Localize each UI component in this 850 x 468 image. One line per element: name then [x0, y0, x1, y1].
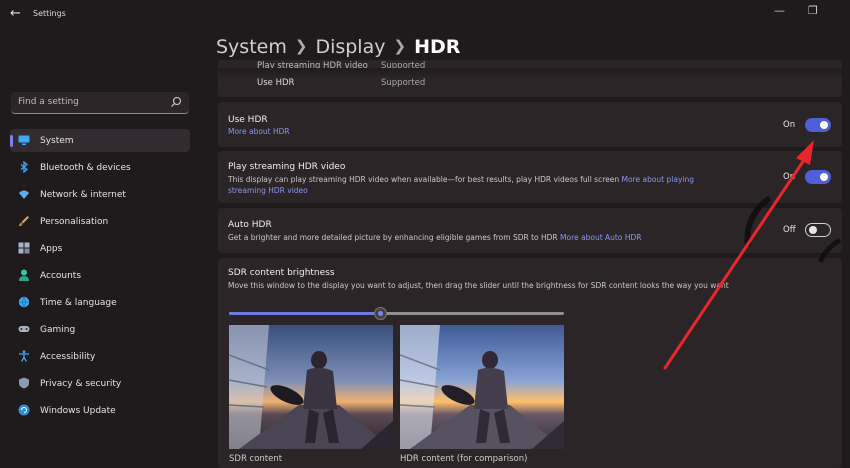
- highlight-arc: [817, 237, 842, 264]
- annotation-overlay: [663, 140, 842, 370]
- arrow-head-icon: [796, 140, 814, 165]
- annotation-arrow-icon: [663, 158, 806, 370]
